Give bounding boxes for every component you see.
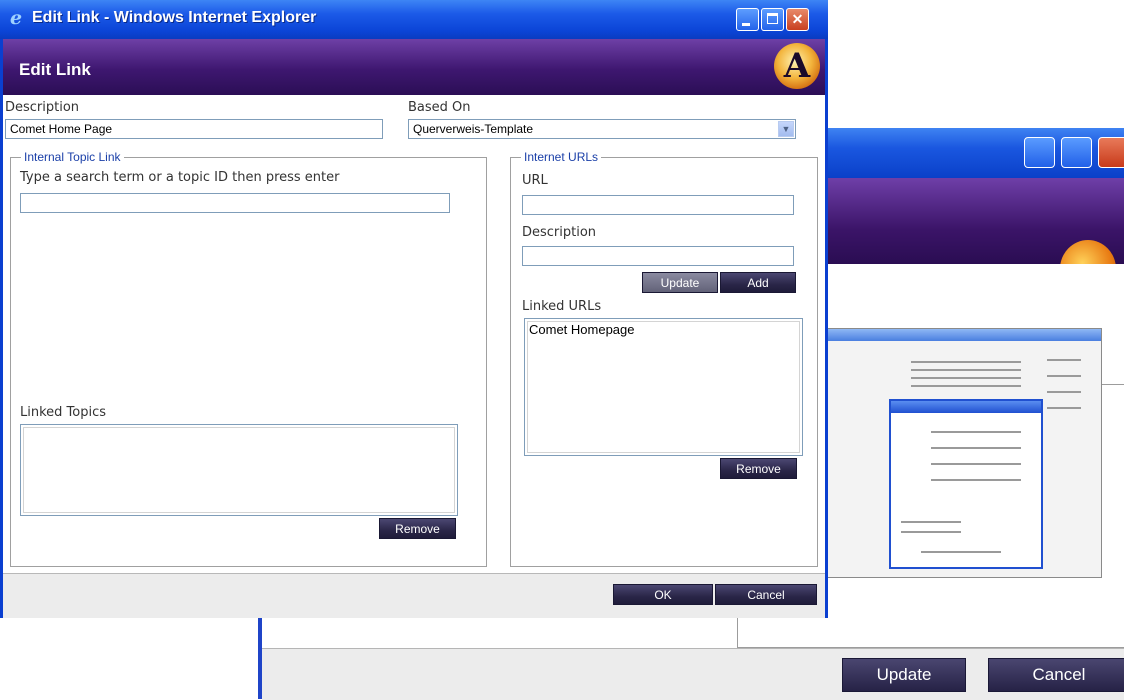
preview-line bbox=[911, 369, 1021, 371]
background-update-button[interactable]: Update bbox=[842, 658, 966, 692]
cancel-button[interactable]: Cancel bbox=[715, 584, 817, 605]
dialog-title: Edit Link bbox=[19, 60, 91, 79]
preview-titlebar bbox=[827, 329, 1101, 341]
internet-explorer-icon: e bbox=[10, 7, 23, 29]
linked-urls-list[interactable]: Comet Homepage bbox=[524, 318, 803, 456]
linked-topics-label: Linked Topics bbox=[20, 405, 107, 420]
preview-line bbox=[1047, 391, 1081, 393]
remove-url-button[interactable]: Remove bbox=[720, 458, 797, 479]
preview-line bbox=[911, 361, 1021, 363]
preview-line bbox=[911, 377, 1021, 379]
dialog-body: Description Comet Home Page Based On Que… bbox=[3, 95, 825, 573]
preview-line bbox=[931, 463, 1021, 465]
update-url-button[interactable]: Update bbox=[642, 272, 718, 293]
url-label: URL bbox=[522, 173, 548, 188]
preview-line bbox=[931, 479, 1021, 481]
chevron-down-icon[interactable]: ▼ bbox=[778, 121, 794, 137]
internal-topic-link-group: Internal Topic Link Type a search term o… bbox=[10, 150, 487, 567]
preview-screenshot-image bbox=[826, 328, 1102, 578]
background-maximize-button[interactable] bbox=[1061, 137, 1092, 168]
linked-urls-label: Linked URLs bbox=[522, 299, 602, 314]
app-logo-letter: A bbox=[783, 46, 811, 86]
preview-dialog-titlebar bbox=[891, 401, 1041, 413]
preview-line bbox=[901, 521, 961, 523]
based-on-label: Based On bbox=[408, 100, 471, 115]
minimize-button[interactable] bbox=[736, 8, 759, 31]
linked-topics-list[interactable] bbox=[20, 424, 458, 516]
add-url-button[interactable]: Add bbox=[720, 272, 796, 293]
maximize-icon bbox=[762, 9, 783, 30]
ok-button[interactable]: OK bbox=[613, 584, 713, 605]
linked-topics-list-area bbox=[23, 427, 455, 513]
url-description-input[interactable] bbox=[522, 246, 794, 266]
preview-line bbox=[1047, 375, 1081, 377]
edit-link-window: e Edit Link - Windows Internet Explorer … bbox=[0, 0, 828, 618]
close-button[interactable]: ✕ bbox=[786, 8, 809, 31]
remove-topic-button[interactable]: Remove bbox=[379, 518, 456, 539]
window-title: Edit Link - Windows Internet Explorer bbox=[32, 9, 317, 26]
background-close-button[interactable] bbox=[1098, 137, 1124, 168]
list-item[interactable]: Comet Homepage bbox=[529, 322, 635, 337]
background-minimize-button[interactable] bbox=[1024, 137, 1055, 168]
internal-topic-link-legend: Internal Topic Link bbox=[21, 150, 124, 164]
preview-line bbox=[931, 431, 1021, 433]
url-input[interactable] bbox=[522, 195, 794, 215]
based-on-value: Querverweis-Template bbox=[413, 122, 534, 136]
dialog-header: Edit Link A bbox=[3, 39, 825, 95]
preview-line bbox=[1047, 407, 1081, 409]
topic-search-label: Type a search term or a topic ID then pr… bbox=[20, 170, 340, 185]
description-label: Description bbox=[5, 100, 80, 115]
maximize-button[interactable] bbox=[761, 8, 784, 31]
dialog-footer: OK Cancel bbox=[3, 573, 825, 618]
preview-line bbox=[931, 447, 1021, 449]
topic-search-input[interactable] bbox=[20, 193, 450, 213]
window-titlebar[interactable]: e Edit Link - Windows Internet Explorer … bbox=[0, 0, 828, 39]
internet-urls-legend: Internet URLs bbox=[521, 150, 602, 164]
preview-line bbox=[921, 551, 1001, 553]
based-on-select[interactable]: Querverweis-Template ▼ bbox=[408, 119, 796, 139]
close-icon: ✕ bbox=[791, 11, 804, 27]
internet-urls-group: Internet URLs URL Description Update Add… bbox=[510, 150, 818, 567]
preview-line bbox=[901, 531, 961, 533]
app-logo: A bbox=[774, 43, 820, 89]
minimize-icon bbox=[737, 9, 758, 30]
preview-dialog bbox=[889, 399, 1043, 569]
preview-line bbox=[1047, 359, 1081, 361]
background-cancel-button[interactable]: Cancel bbox=[988, 658, 1124, 692]
description-input[interactable]: Comet Home Page bbox=[5, 119, 383, 139]
preview-line bbox=[911, 385, 1021, 387]
linked-urls-list-area bbox=[527, 321, 800, 453]
url-description-label: Description bbox=[522, 225, 597, 240]
